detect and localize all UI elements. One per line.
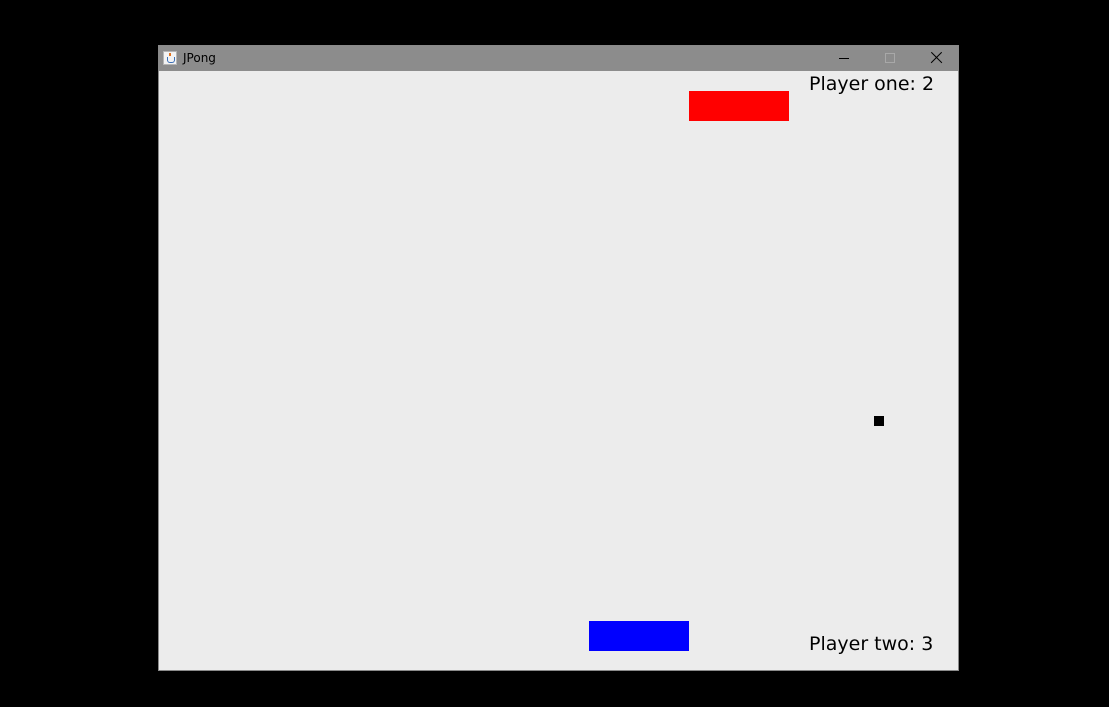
game-canvas[interactable]: Player one: 2 Player two: 3 — [159, 71, 958, 670]
player-one-score: Player one: 2 — [809, 73, 935, 95]
minimize-button[interactable] — [821, 46, 867, 71]
game-window: JPong Player one: 2 Player two: 3 — [158, 45, 959, 671]
title-bar[interactable]: JPong — [159, 46, 958, 71]
close-button[interactable] — [913, 46, 959, 71]
cup-mark — [167, 57, 175, 63]
player-two-score: Player two: 3 — [809, 633, 934, 655]
maximize-button[interactable] — [867, 46, 913, 71]
window-title: JPong — [183, 51, 216, 65]
player-one-paddle — [689, 91, 789, 121]
maximize-icon — [885, 53, 895, 63]
player-two-paddle — [589, 621, 689, 651]
minimize-icon — [839, 58, 849, 59]
ball — [874, 416, 884, 426]
close-icon — [930, 52, 942, 64]
steam-mark — [169, 53, 171, 56]
java-cup-icon — [163, 51, 177, 65]
